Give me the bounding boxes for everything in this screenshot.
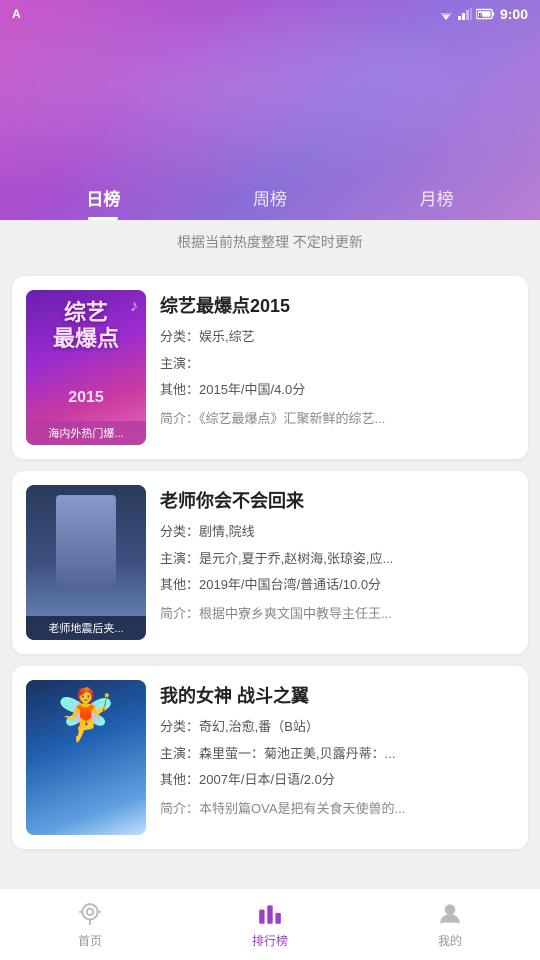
tab-bar: 日榜 周榜 月榜 <box>0 171 540 220</box>
home-icon <box>76 900 104 928</box>
signal-icon <box>458 8 472 20</box>
card-title-2: 老师你会不会回来 <box>160 487 514 513</box>
thumb-badge-2: 老师地震后夹... <box>26 616 146 640</box>
subtitle-text: 根据当前热度整理 不定时更新 <box>177 234 363 250</box>
status-app-icon: A <box>12 7 21 21</box>
card-thumbnail-1: 综艺最爆点 ♪ 2015 海内外热门爆... <box>26 290 146 445</box>
thumb-figure-2 <box>56 495 116 585</box>
bottom-nav: 首页 排行榜 我的 <box>0 888 540 960</box>
list-item[interactable]: 老师地震后夹... 老师你会不会回来 分类：剧情,院线 主演：是元介,夏于乔,赵… <box>12 471 528 654</box>
card-other-2: 其他：2019年/中国台湾/普通话/10.0分 <box>160 575 514 595</box>
thumb-figure-3: 🧚 <box>55 690 117 740</box>
card-category-3: 分类：奇幻,治愈,番（B站） <box>160 717 514 737</box>
tab-weekly[interactable]: 周榜 <box>187 171 354 220</box>
card-title-1: 综艺最爆点2015 <box>160 292 514 318</box>
status-time: 9:00 <box>500 6 528 22</box>
card-cast-2: 主演：是元介,夏于乔,赵树海,张琼姿,应... <box>160 549 514 569</box>
card-desc-3: 简介：本特别篇OVA是把有关食天使兽的... <box>160 799 514 819</box>
list-item[interactable]: 综艺最爆点 ♪ 2015 海内外热门爆... 综艺最爆点2015 分类：娱乐,综… <box>12 276 528 459</box>
user-svg <box>437 901 463 927</box>
card-desc-2: 简介：根据中寮乡爽文国中教导主任王... <box>160 604 514 624</box>
user-icon <box>436 900 464 928</box>
nav-item-rank[interactable]: 排行榜 <box>180 892 360 957</box>
nav-item-mine[interactable]: 我的 <box>360 892 540 957</box>
nav-label-rank: 排行榜 <box>252 932 288 949</box>
card-other-3: 其他：2007年/日本/日语/2.0分 <box>160 770 514 790</box>
home-svg <box>77 901 103 927</box>
card-info-3: 我的女神 战斗之翼 分类：奇幻,治愈,番（B站） 主演：森里萤一：菊池正美,贝露… <box>160 680 514 835</box>
nav-label-mine: 我的 <box>438 932 462 949</box>
thumb-year-1: 2015 <box>68 389 104 407</box>
card-category-2: 分类：剧情,院线 <box>160 522 514 542</box>
card-cast-3: 主演：森里萤一：菊池正美,贝露丹蒂：... <box>160 744 514 764</box>
status-bar: A 5 9:00 <box>0 0 540 28</box>
status-right-icons: 5 9:00 <box>438 6 528 22</box>
tab-monthly[interactable]: 月榜 <box>353 171 520 220</box>
card-desc-1: 简介：《综艺最爆点》汇聚新鲜的综艺... <box>160 409 514 429</box>
nav-item-home[interactable]: 首页 <box>0 892 180 957</box>
card-title-3: 我的女神 战斗之翼 <box>160 682 514 708</box>
content-list: 综艺最爆点 ♪ 2015 海内外热门爆... 综艺最爆点2015 分类：娱乐,综… <box>0 264 540 929</box>
header: 日榜 周榜 月榜 <box>0 0 540 220</box>
card-info-1: 综艺最爆点2015 分类：娱乐,综艺 主演： 其他：2015年/中国/4.0分 … <box>160 290 514 445</box>
nav-label-home: 首页 <box>78 932 102 949</box>
rank-icon <box>256 900 284 928</box>
card-info-2: 老师你会不会回来 分类：剧情,院线 主演：是元介,夏于乔,赵树海,张琼姿,应..… <box>160 485 514 640</box>
list-item[interactable]: 🧚 我的女神 战斗之翼 分类：奇幻,治愈,番（B站） 主演：森里萤一：菊池正美,… <box>12 666 528 849</box>
card-thumbnail-3: 🧚 <box>26 680 146 835</box>
thumb-text-1: 综艺最爆点 <box>34 300 138 353</box>
thumb-badge-1: 海内外热门爆... <box>26 421 146 445</box>
tab-daily[interactable]: 日榜 <box>20 171 187 220</box>
svg-text:5: 5 <box>479 13 483 20</box>
battery-icon: 5 <box>476 8 496 20</box>
card-category-1: 分类：娱乐,综艺 <box>160 327 514 347</box>
subtitle-bar: 根据当前热度整理 不定时更新 <box>0 220 540 264</box>
wifi-icon <box>438 8 454 20</box>
rank-svg <box>257 901 283 927</box>
card-cast-1: 主演： <box>160 354 514 374</box>
card-other-1: 其他：2015年/中国/4.0分 <box>160 380 514 400</box>
music-note-icon: ♪ <box>130 298 138 316</box>
card-thumbnail-2: 老师地震后夹... <box>26 485 146 640</box>
